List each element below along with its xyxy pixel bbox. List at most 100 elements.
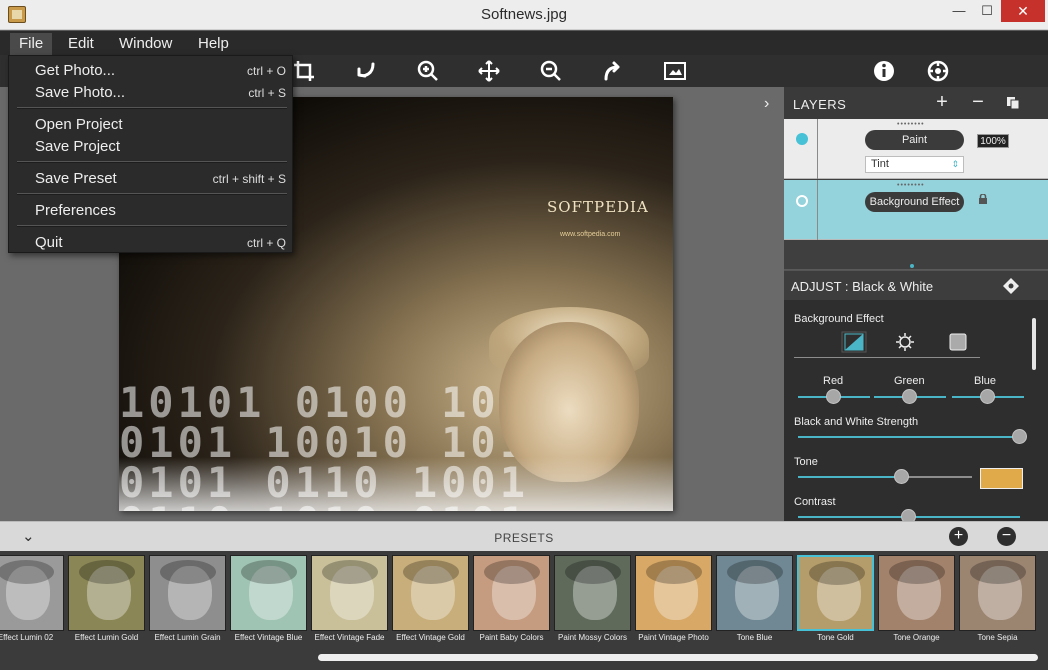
preset-thumbnail[interactable] xyxy=(149,555,226,631)
preset-item[interactable]: Paint Vintage Photo xyxy=(635,555,712,651)
menu-item-label: Get Photo... xyxy=(35,62,116,79)
preset-item[interactable]: Paint Baby Colors xyxy=(473,555,550,651)
preset-item[interactable]: Effect Lumin Grain xyxy=(149,555,226,651)
preset-item[interactable]: Effect Vintage Fade xyxy=(311,555,388,651)
remove-layer-button[interactable]: − xyxy=(968,92,988,113)
layer-drag-handle[interactable]: •••••••• xyxy=(897,182,925,189)
preset-thumbnail[interactable] xyxy=(311,555,388,631)
close-button[interactable]: ✕ xyxy=(1001,0,1045,22)
layer-divider xyxy=(817,180,818,240)
red-slider-knob[interactable] xyxy=(826,389,841,404)
preset-item[interactable]: Effect Lumin 02 xyxy=(0,555,64,651)
minimize-button[interactable]: — xyxy=(946,0,972,22)
menu-item-quit[interactable]: Quit ctrl + Q xyxy=(9,232,294,254)
layers-title: LAYERS xyxy=(793,97,847,112)
move-icon[interactable] xyxy=(476,58,502,84)
preset-item[interactable]: Tone Sepia xyxy=(959,555,1036,651)
preset-label: Effect Vintage Blue xyxy=(234,633,303,642)
maximize-button[interactable]: ☐ xyxy=(974,0,1000,22)
menu-edit[interactable]: Edit xyxy=(59,33,103,55)
menu-item-get-photo[interactable]: Get Photo... ctrl + O xyxy=(9,60,294,82)
add-layer-button[interactable]: + xyxy=(932,92,952,113)
tone-slider-knob[interactable] xyxy=(894,469,910,484)
brightness-mode-icon[interactable] xyxy=(892,331,918,353)
preset-item[interactable]: Effect Vintage Blue xyxy=(230,555,307,651)
file-menu-dropdown: Get Photo... ctrl + O Save Photo... ctrl… xyxy=(8,55,293,253)
add-preset-button[interactable]: + xyxy=(949,527,968,546)
preset-thumbnail[interactable] xyxy=(230,555,307,631)
preset-item[interactable]: Paint Mossy Colors xyxy=(554,555,631,651)
remove-preset-button[interactable]: − xyxy=(997,527,1016,546)
preset-thumbnail[interactable] xyxy=(635,555,712,631)
preset-item[interactable]: Effect Lumin Gold xyxy=(68,555,145,651)
menu-item-label: Quit xyxy=(35,234,63,251)
blue-slider-knob[interactable] xyxy=(980,389,995,404)
gradient-mode-icon[interactable] xyxy=(841,331,867,353)
tone-slider-track-rest[interactable] xyxy=(908,476,972,478)
preset-label: Tone Sepia xyxy=(977,633,1018,642)
tone-slider-track-active[interactable] xyxy=(798,476,908,478)
menu-item-save-project[interactable]: Save Project xyxy=(9,136,294,158)
preset-thumbnail[interactable] xyxy=(68,555,145,631)
collapse-panel-arrow[interactable]: › xyxy=(764,95,769,113)
strength-slider-knob[interactable] xyxy=(1012,429,1027,444)
preset-thumbnail[interactable] xyxy=(797,555,874,631)
settings-icon[interactable] xyxy=(925,58,951,84)
preset-item[interactable]: Effect Vintage Gold xyxy=(392,555,469,651)
menu-separator xyxy=(17,161,287,163)
title-bar: Softnews.jpg — ☐ ✕ xyxy=(0,0,1048,30)
menu-item-save-preset[interactable]: Save Preset ctrl + shift + S xyxy=(9,168,294,190)
frame-mode-icon[interactable] xyxy=(945,331,971,353)
menu-bar: File Edit Window Help xyxy=(0,31,1048,55)
undo-icon[interactable] xyxy=(353,58,379,84)
presets-scrollbar[interactable] xyxy=(318,654,1038,661)
icon-row-divider xyxy=(794,357,980,358)
zoom-in-icon[interactable] xyxy=(415,58,441,84)
preset-item[interactable]: Tone Gold xyxy=(797,555,874,651)
preset-item[interactable]: Tone Blue xyxy=(716,555,793,651)
preset-thumbnail[interactable] xyxy=(473,555,550,631)
redo-icon[interactable] xyxy=(600,58,626,84)
menu-window[interactable]: Window xyxy=(110,33,181,55)
preset-label: Paint Mossy Colors xyxy=(558,633,627,642)
crop-icon[interactable] xyxy=(291,58,317,84)
info-icon[interactable] xyxy=(871,58,897,84)
preset-thumbnail[interactable] xyxy=(554,555,631,631)
tone-color-swatch[interactable] xyxy=(980,468,1023,489)
duplicate-layer-icon[interactable] xyxy=(1003,93,1023,113)
preset-thumbnail[interactable] xyxy=(392,555,469,631)
zoom-out-icon[interactable] xyxy=(538,58,564,84)
layer-name-pill[interactable]: Paint xyxy=(865,130,964,150)
strength-slider-track[interactable] xyxy=(798,436,1020,438)
layer-visibility-toggle[interactable] xyxy=(796,133,808,145)
preset-thumbnail[interactable] xyxy=(878,555,955,631)
preset-label: Tone Blue xyxy=(736,633,773,642)
layer-opacity[interactable]: 100% xyxy=(977,134,1009,148)
preset-thumbnail[interactable] xyxy=(0,555,64,631)
layer-drag-handle[interactable]: •••••••• xyxy=(897,121,925,128)
presets-header: ⌄ PRESETS + − xyxy=(0,521,1048,551)
menu-file[interactable]: File xyxy=(10,33,53,55)
menu-item-shortcut: ctrl + shift + S xyxy=(212,172,286,186)
menu-item-save-photo[interactable]: Save Photo... ctrl + S xyxy=(9,82,294,104)
section-label: Background Effect xyxy=(794,313,884,325)
tone-label: Tone xyxy=(794,456,818,468)
blend-mode-select[interactable]: Tint ⇕ xyxy=(865,156,964,173)
layer-row-paint[interactable]: •••••••• Paint 100% Tint ⇕ xyxy=(784,119,1048,179)
fit-image-icon[interactable] xyxy=(662,58,688,84)
menu-item-open-project[interactable]: Open Project xyxy=(9,114,294,136)
preset-item[interactable]: Tone Orange xyxy=(878,555,955,651)
layer-visibility-toggle[interactable] xyxy=(796,195,808,207)
green-slider-knob[interactable] xyxy=(902,389,917,404)
adjust-scrollbar[interactable] xyxy=(1032,318,1036,370)
contrast-slider-knob[interactable] xyxy=(901,509,916,521)
preset-thumbnail[interactable] xyxy=(959,555,1036,631)
menu-item-preferences[interactable]: Preferences xyxy=(9,200,294,222)
menu-help[interactable]: Help xyxy=(189,33,238,55)
layer-name-pill[interactable]: Background Effect xyxy=(865,192,964,212)
layer-row-background-effect[interactable]: •••••••• Background Effect xyxy=(784,180,1048,240)
toolbar-right xyxy=(784,55,1048,87)
menu-separator xyxy=(17,225,287,227)
preset-thumbnail[interactable] xyxy=(716,555,793,631)
reset-adjust-icon[interactable] xyxy=(1002,277,1020,295)
